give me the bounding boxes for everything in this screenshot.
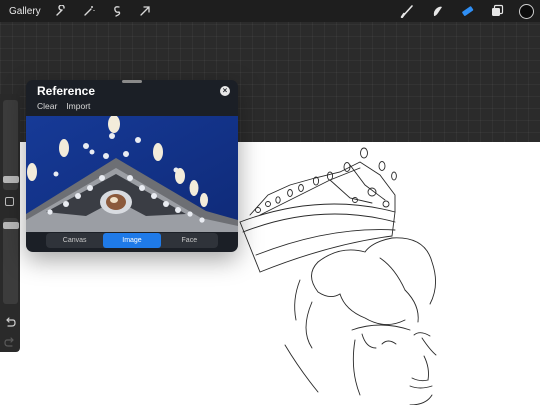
brush-size-thumb[interactable] bbox=[3, 176, 19, 183]
top-toolbar: Gallery bbox=[0, 0, 540, 22]
brush-size-slider[interactable] bbox=[3, 100, 19, 190]
opacity-slider[interactable] bbox=[3, 218, 19, 304]
transform-arrow-icon[interactable] bbox=[137, 3, 153, 19]
color-picker-button[interactable] bbox=[519, 3, 534, 19]
reference-image bbox=[26, 115, 238, 232]
opacity-thumb[interactable] bbox=[3, 222, 19, 229]
brush-icon[interactable] bbox=[399, 3, 415, 19]
panel-grabber[interactable] bbox=[122, 80, 142, 83]
reference-panel: Reference Clear Import × Canvas Image Fa… bbox=[26, 80, 238, 252]
undo-icon[interactable] bbox=[4, 314, 16, 327]
selection-icon[interactable] bbox=[109, 3, 125, 19]
clear-button[interactable]: Clear bbox=[37, 101, 57, 111]
reference-actions: Clear Import bbox=[37, 101, 90, 111]
tab-canvas[interactable]: Canvas bbox=[46, 233, 103, 248]
gallery-button[interactable]: Gallery bbox=[9, 6, 41, 17]
close-icon[interactable]: × bbox=[220, 86, 230, 96]
magic-wand-icon[interactable] bbox=[81, 3, 97, 19]
wrench-icon[interactable] bbox=[53, 3, 69, 19]
smudge-icon[interactable] bbox=[429, 3, 445, 19]
reference-mode-tabs: Canvas Image Face bbox=[46, 233, 218, 248]
left-sidebar bbox=[0, 94, 20, 352]
layers-icon[interactable] bbox=[489, 3, 505, 19]
tab-image[interactable]: Image bbox=[103, 233, 161, 248]
modify-button-icon[interactable] bbox=[5, 197, 14, 206]
eraser-icon[interactable] bbox=[459, 3, 475, 19]
reference-title: Reference bbox=[37, 84, 96, 98]
import-button[interactable]: Import bbox=[66, 101, 90, 111]
redo-icon[interactable] bbox=[4, 334, 16, 347]
tab-face[interactable]: Face bbox=[161, 233, 218, 248]
